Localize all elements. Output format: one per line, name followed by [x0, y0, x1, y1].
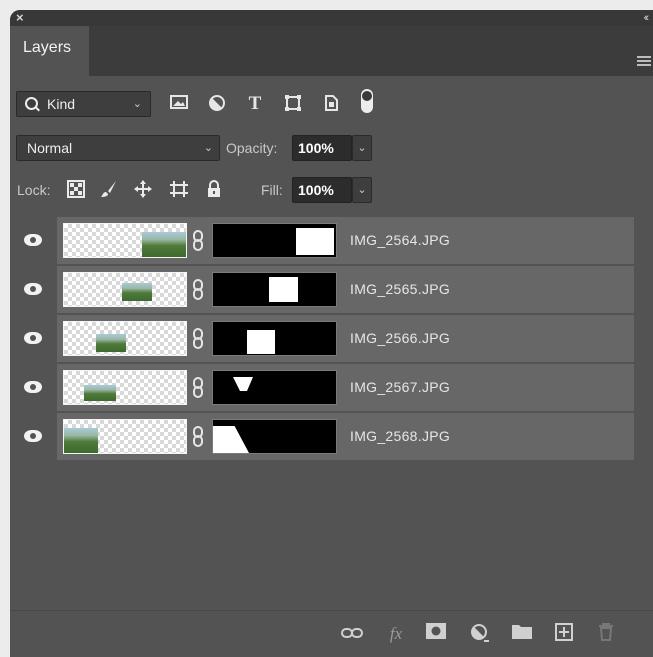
- eye-icon: [24, 234, 42, 246]
- tab-strip: [10, 26, 653, 76]
- layer-mask-thumbnail[interactable]: [212, 272, 337, 307]
- eye-icon: [24, 381, 42, 393]
- layer-name[interactable]: IMG_2565.JPG: [350, 266, 450, 313]
- fx-icon[interactable]: fx: [384, 623, 408, 645]
- layer-thumbnail[interactable]: [63, 419, 187, 454]
- link-icon[interactable]: [193, 377, 203, 398]
- type-filter-icon[interactable]: T: [244, 94, 266, 114]
- layer-mask-thumbnail[interactable]: [212, 419, 337, 454]
- fill-input[interactable]: 100%: [292, 177, 352, 203]
- collapse-icon[interactable]: ‹‹: [644, 10, 650, 26]
- layer-thumbnail[interactable]: [63, 223, 187, 258]
- opacity-label: Opacity:: [226, 140, 278, 156]
- fill-dropdown-button[interactable]: ⌄: [352, 177, 372, 203]
- layer-name[interactable]: IMG_2564.JPG: [350, 217, 450, 264]
- new-group-icon[interactable]: [510, 623, 534, 645]
- search-icon: [25, 97, 38, 110]
- visibility-toggle[interactable]: [10, 217, 57, 264]
- layers-bottom-toolbar: fx: [10, 610, 653, 657]
- link-layers-icon[interactable]: [340, 623, 364, 645]
- opacity-input[interactable]: 100%: [292, 135, 352, 161]
- add-mask-icon[interactable]: [424, 623, 448, 645]
- layer-thumbnail[interactable]: [63, 370, 187, 405]
- layers-panel: × ‹‹ Layers Kind ⌄ T Normal ⌄ Opacity: 1…: [10, 10, 653, 657]
- chevron-down-icon: ⌄: [203, 142, 213, 154]
- shape-filter-icon[interactable]: [282, 94, 304, 118]
- visibility-toggle[interactable]: [10, 315, 57, 362]
- visibility-toggle[interactable]: [10, 266, 57, 313]
- layer-row[interactable]: IMG_2567.JPG: [10, 364, 634, 411]
- layer-mask-thumbnail[interactable]: [212, 370, 337, 405]
- layer-mask-thumbnail[interactable]: [212, 321, 337, 356]
- new-layer-icon[interactable]: [552, 623, 576, 647]
- visibility-toggle[interactable]: [10, 413, 57, 460]
- layer-row[interactable]: IMG_2565.JPG: [10, 266, 634, 313]
- link-icon[interactable]: [193, 328, 203, 349]
- smart-object-filter-icon[interactable]: [320, 94, 342, 118]
- link-icon[interactable]: [193, 230, 203, 251]
- layers-list: IMG_2564.JPG IMG_2565.JPG IMG_2566.JPG I…: [10, 215, 653, 610]
- link-icon[interactable]: [193, 279, 203, 300]
- lock-artboard-icon[interactable]: [168, 180, 190, 204]
- adjustment-layer-icon[interactable]: [468, 623, 492, 649]
- blend-mode-value: Normal: [27, 140, 73, 156]
- layer-name[interactable]: IMG_2567.JPG: [350, 364, 450, 411]
- delete-layer-icon[interactable]: [594, 623, 618, 647]
- panel-menu-icon[interactable]: [637, 56, 651, 68]
- blend-mode-select[interactable]: Normal ⌄: [16, 135, 220, 161]
- eye-icon: [24, 283, 42, 295]
- lock-all-icon[interactable]: [203, 180, 225, 204]
- link-icon[interactable]: [193, 426, 203, 447]
- layer-thumbnail[interactable]: [63, 321, 187, 356]
- tab-layers[interactable]: Layers: [10, 26, 89, 76]
- layer-row[interactable]: IMG_2568.JPG: [10, 413, 634, 460]
- image-filter-icon[interactable]: [168, 94, 190, 116]
- kind-filter-label: Kind: [47, 96, 76, 112]
- close-icon[interactable]: ×: [16, 10, 24, 26]
- layer-row[interactable]: IMG_2564.JPG: [10, 217, 634, 264]
- layer-name[interactable]: IMG_2566.JPG: [350, 315, 450, 362]
- layer-thumbnail[interactable]: [63, 272, 187, 307]
- chevron-down-icon: ⌄: [132, 98, 142, 110]
- layer-name[interactable]: IMG_2568.JPG: [350, 413, 450, 460]
- visibility-toggle[interactable]: [10, 364, 57, 411]
- opacity-dropdown-button[interactable]: ⌄: [352, 135, 372, 161]
- layer-row[interactable]: IMG_2566.JPG: [10, 315, 634, 362]
- lock-position-icon[interactable]: [132, 180, 154, 204]
- eye-icon: [24, 332, 42, 344]
- eye-icon: [24, 430, 42, 442]
- fill-label: Fill:: [261, 182, 283, 198]
- panel-titlebar: × ‹‹: [10, 10, 653, 26]
- adjustment-filter-icon[interactable]: [206, 94, 228, 118]
- kind-filter-select[interactable]: Kind ⌄: [16, 91, 151, 117]
- layer-mask-thumbnail[interactable]: [212, 223, 337, 258]
- filter-toggle-icon[interactable]: [356, 88, 378, 120]
- lock-transparent-pixels-icon[interactable]: [65, 180, 87, 204]
- lock-label: Lock:: [17, 182, 51, 198]
- lock-image-pixels-icon[interactable]: [98, 180, 120, 204]
